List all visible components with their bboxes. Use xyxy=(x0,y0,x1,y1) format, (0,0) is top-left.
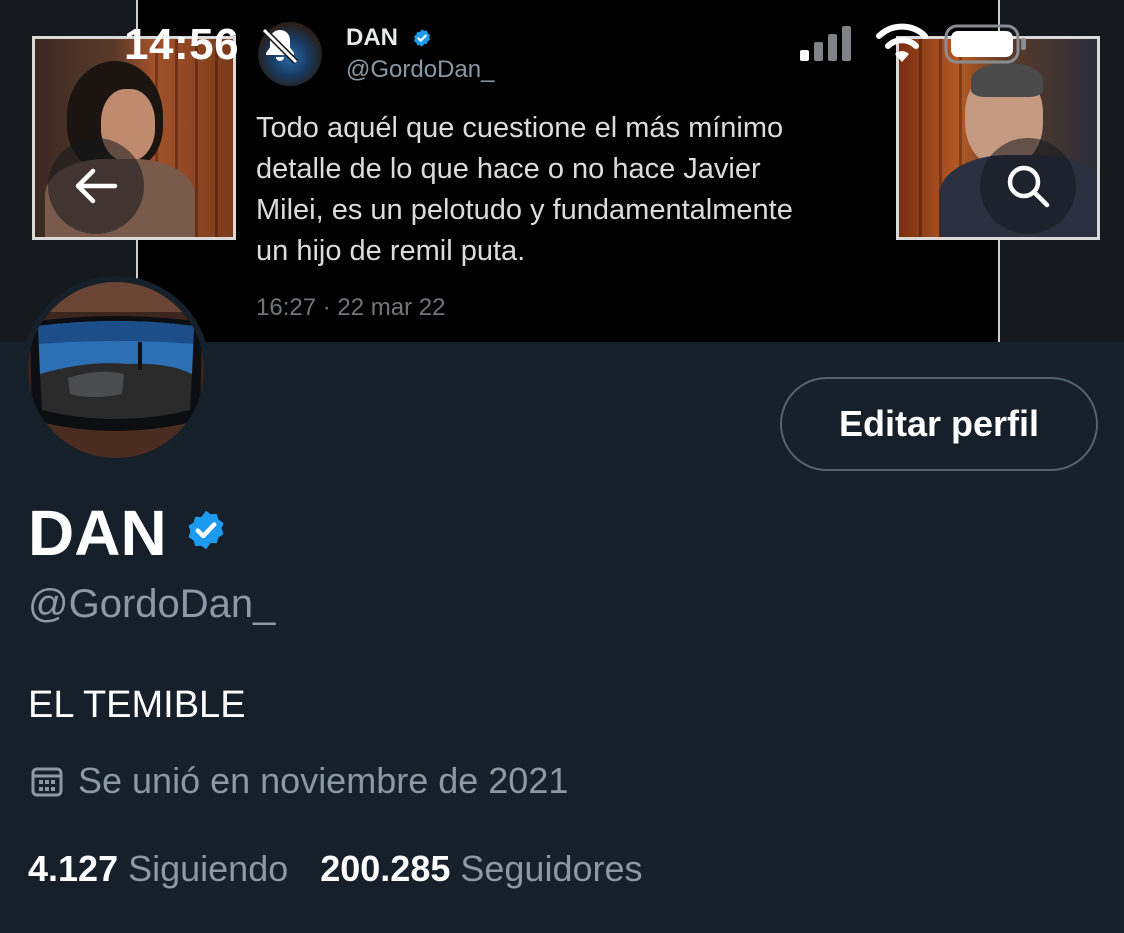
banner-tweet-handle: @GordoDan_ xyxy=(346,56,495,83)
cellular-signal-icon xyxy=(800,26,851,61)
profile-handle: @GordoDan_ xyxy=(28,582,276,626)
banner-tweet-line: Todo aquél que cuestione el más mínimo xyxy=(256,112,784,144)
battery-icon xyxy=(944,24,1026,64)
banner-tweet-line: Milei, es un pelotudo y fundamentalmente xyxy=(256,194,793,226)
wifi-icon xyxy=(876,23,928,62)
banner-tweet-name: DAN xyxy=(346,24,398,51)
avatar-image xyxy=(28,282,204,458)
following-count: 4.127 xyxy=(28,848,119,889)
sunglasses-photo xyxy=(28,282,204,458)
bell-muted-icon xyxy=(261,27,299,65)
profile-bio: EL TEMIBLE xyxy=(28,684,246,726)
verified-badge-icon xyxy=(188,510,224,550)
joined-date-text: Se unió en noviembre de 2021 xyxy=(78,760,569,801)
joined-date-row: Se unió en noviembre de 2021 xyxy=(30,760,568,802)
profile-avatar[interactable] xyxy=(22,276,210,464)
status-time: 14:56 xyxy=(124,20,240,69)
arrow-left-icon xyxy=(75,168,118,204)
following-label: Siguiendo xyxy=(128,848,289,889)
followers-link[interactable]: 200.285 Seguidores xyxy=(320,848,642,890)
banner-tweet-line: un hijo de remil puta. xyxy=(256,235,526,267)
back-button[interactable] xyxy=(48,138,144,234)
profile-display-name: DAN xyxy=(28,497,167,569)
banner-tweet-timestamp: 16:27 · 22 mar 22 xyxy=(256,294,446,321)
banner-tweet-line: detalle de lo que hace o no hace Javier xyxy=(256,153,761,185)
search-button[interactable] xyxy=(980,138,1076,234)
banner-verified-icon xyxy=(414,29,430,47)
edit-profile-button[interactable]: Editar perfil xyxy=(780,377,1098,471)
followers-count: 200.285 xyxy=(320,848,451,889)
search-icon xyxy=(1007,165,1050,208)
followers-label: Seguidores xyxy=(460,848,643,889)
follow-stats: 4.127 Siguiendo 200.285 Seguidores xyxy=(28,848,643,890)
following-link[interactable]: 4.127 Siguiendo xyxy=(28,848,288,890)
banner-tweet-text: Todo aquél que cuestione el más mínimo d… xyxy=(256,108,896,272)
calendar-icon xyxy=(31,767,63,797)
